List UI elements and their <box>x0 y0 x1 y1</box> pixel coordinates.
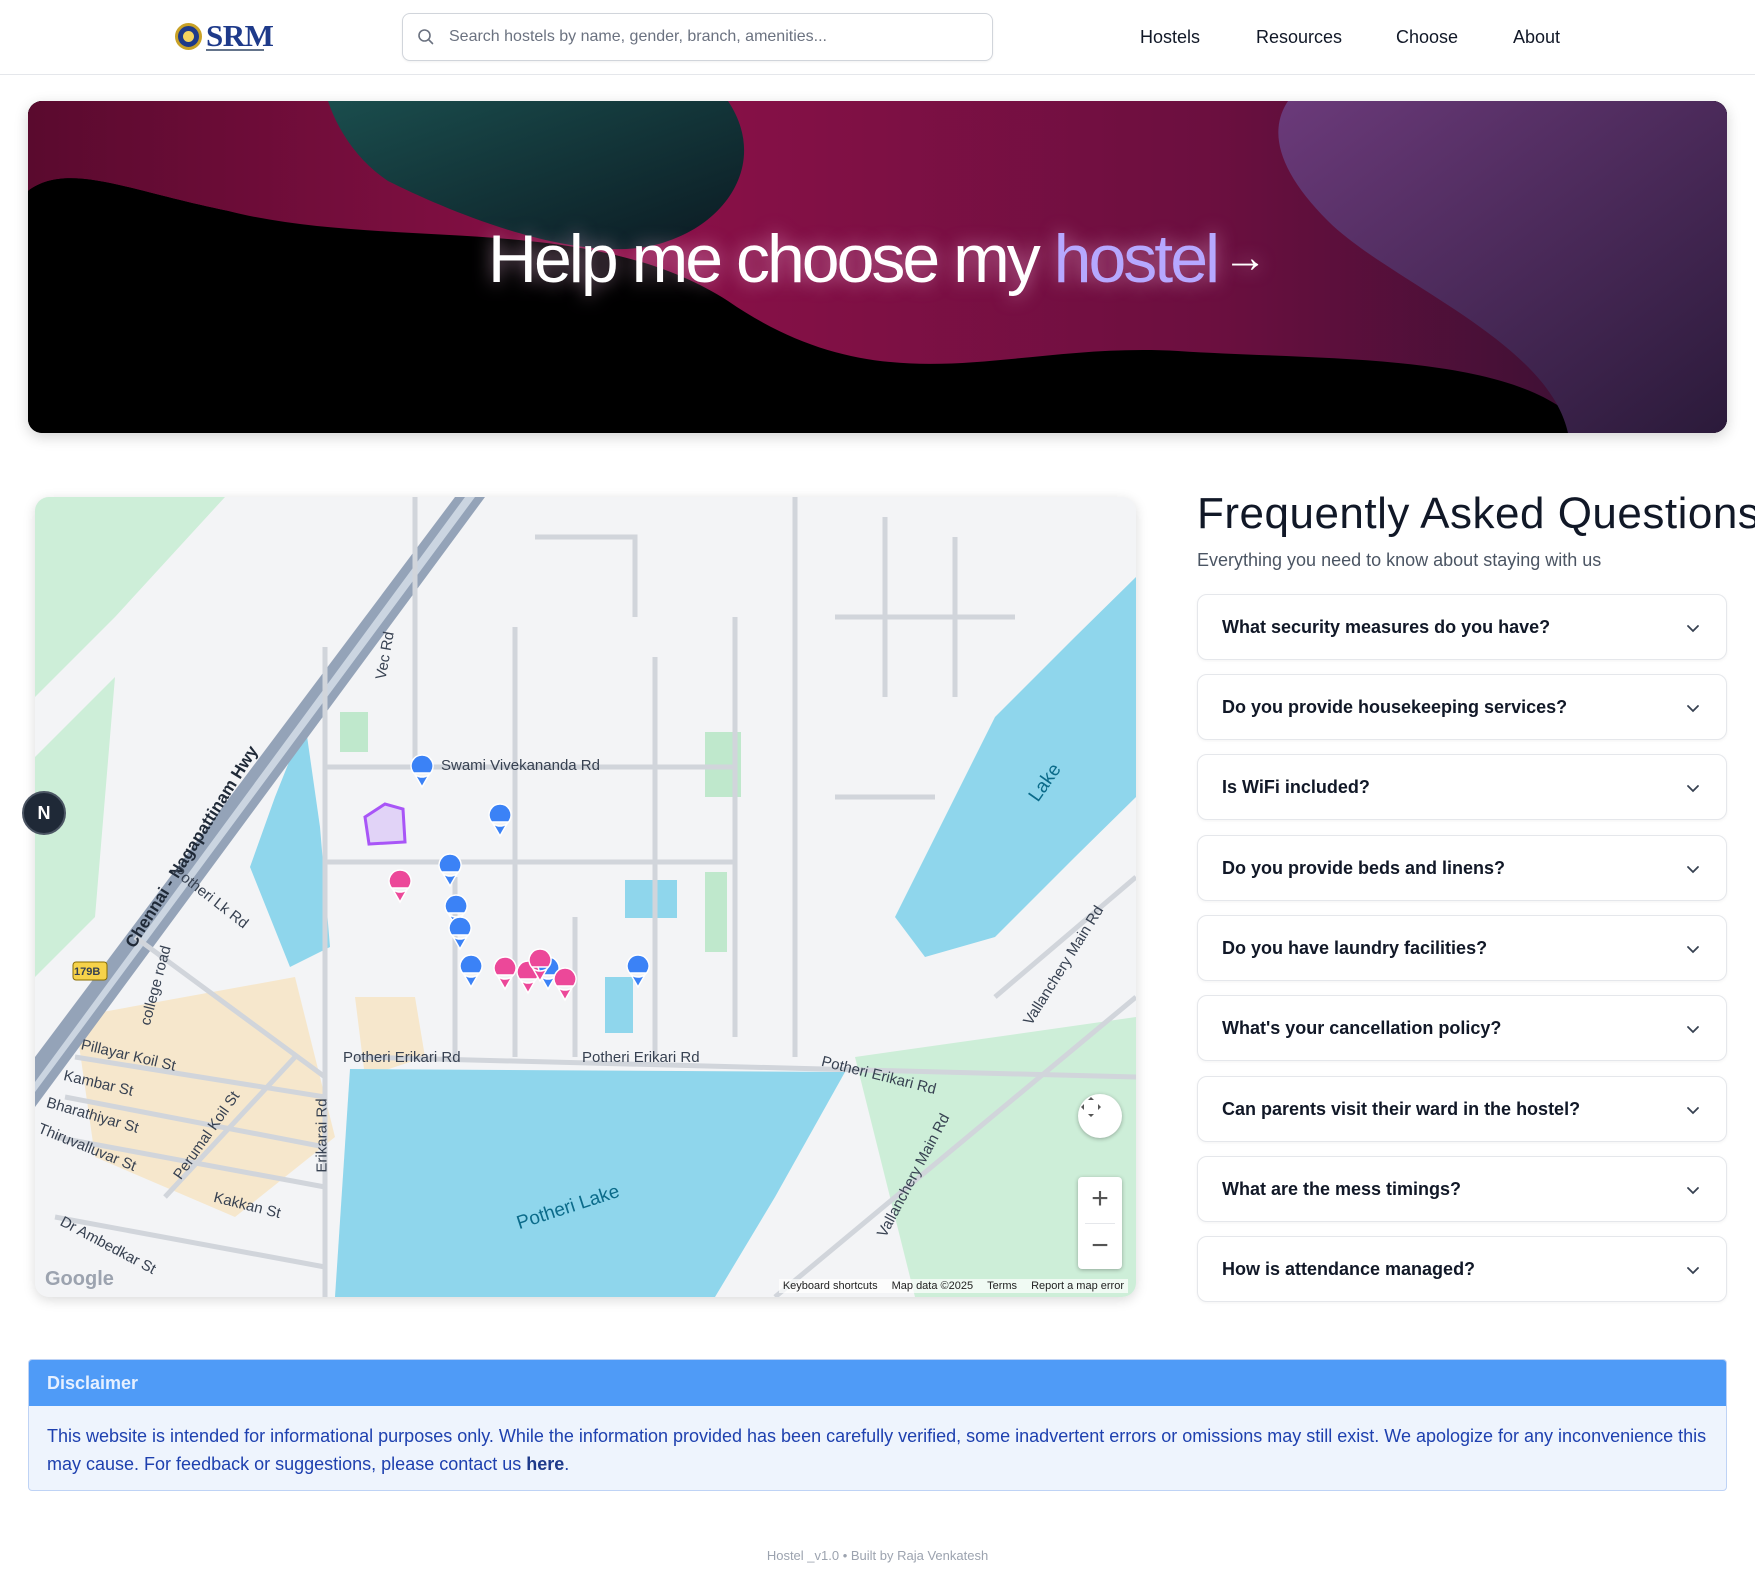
faq-item[interactable]: How is attendance managed? <box>1197 1236 1727 1302</box>
faq-item[interactable]: What security measures do you have? <box>1197 594 1727 660</box>
hero-banner[interactable]: Help me choose my hostel → <box>28 101 1727 433</box>
faq-item[interactable]: Is WiFi included? <box>1197 754 1727 820</box>
disclaimer-box: Disclaimer This website is intended for … <box>28 1359 1727 1491</box>
page-footer: Hostel _v1.0 • Built by Raja Venkatesh <box>766 1548 989 1563</box>
logo-text: SRM <box>206 18 274 53</box>
contact-link[interactable]: here <box>526 1454 564 1474</box>
disclaimer-body: This website is intended for information… <box>29 1406 1726 1490</box>
faq-item[interactable]: Can parents visit their ward in the host… <box>1197 1076 1727 1142</box>
faq-item[interactable]: What's your cancellation policy? <box>1197 995 1727 1061</box>
map-footer: Keyboard shortcuts Map data ©2025 Terms … <box>778 1279 1128 1293</box>
zoom-out-button[interactable]: − <box>1091 1224 1109 1269</box>
disclaimer-end: . <box>564 1454 570 1474</box>
terms-link[interactable]: Terms <box>987 1280 1017 1292</box>
compass-badge[interactable]: N <box>22 791 66 835</box>
report-map-error-link[interactable]: Report a map error <box>1031 1280 1124 1292</box>
faq-question: Is WiFi included? <box>1222 777 1370 797</box>
map-label-erikarai: Erikarai Rd <box>313 1098 331 1173</box>
map-data-text: Map data ©2025 <box>891 1280 974 1292</box>
hero-title-accent: hostel <box>1053 221 1220 297</box>
srm-logo[interactable]: SRM <box>175 18 274 54</box>
faq-question: Do you provide housekeeping services? <box>1222 697 1568 717</box>
map-label-shield: 179B <box>74 966 101 978</box>
chevron-down-icon <box>1687 1026 1699 1034</box>
top-header: SRM Hostels Resources Choose About <box>0 0 1755 75</box>
faq-question: What are the mess timings? <box>1222 1179 1462 1199</box>
disclaimer-heading: Disclaimer <box>29 1360 1726 1406</box>
chevron-down-icon <box>1687 785 1699 793</box>
google-logo[interactable]: Google <box>45 1268 114 1291</box>
srm-seal-icon <box>175 22 202 50</box>
faq-question: Do you have laundry facilities? <box>1222 938 1488 958</box>
faq-question: What security measures do you have? <box>1222 617 1551 637</box>
nav-choose[interactable]: Choose <box>1396 27 1458 48</box>
faq-item[interactable]: Do you provide beds and linens? <box>1197 835 1727 901</box>
zoom-controls: + − <box>1078 1177 1122 1269</box>
faq-item[interactable]: Do you have laundry facilities? <box>1197 915 1727 981</box>
chevron-down-icon <box>1687 1187 1699 1195</box>
faq-question: How is attendance managed? <box>1222 1259 1476 1279</box>
faq-question: What's your cancellation policy? <box>1222 1018 1502 1038</box>
hero-title[interactable]: Help me choose my hostel → <box>28 220 1727 298</box>
logo-subtitle-line <box>206 49 264 51</box>
chevron-down-icon <box>1687 946 1699 954</box>
chevron-down-icon <box>1687 625 1699 633</box>
nav-resources[interactable]: Resources <box>1256 27 1342 48</box>
search-box[interactable] <box>402 13 993 61</box>
chevron-down-icon <box>1687 705 1699 713</box>
map-label-swami: Swami Vivekananda Rd <box>441 757 600 774</box>
chevron-down-icon <box>1687 866 1699 874</box>
map-label-potheri-erikari-1: Potheri Erikari Rd <box>343 1049 461 1066</box>
faq-title: Frequently Asked Questions <box>1197 489 1755 538</box>
faq-item[interactable]: What are the mess timings? <box>1197 1156 1727 1222</box>
fullscreen-icon <box>1081 1097 1101 1117</box>
nav-about[interactable]: About <box>1513 27 1560 48</box>
disclaimer-text: This website is intended for information… <box>47 1426 1707 1474</box>
zoom-in-button[interactable]: + <box>1091 1177 1109 1223</box>
faq-question: Do you provide beds and linens? <box>1222 858 1506 878</box>
map-label-potheri-erikari-2: Potheri Erikari Rd <box>582 1049 700 1066</box>
faq-question: Can parents visit their ward in the host… <box>1222 1099 1581 1119</box>
keyboard-shortcuts-link[interactable]: Keyboard shortcuts <box>783 1280 878 1292</box>
search-input[interactable] <box>449 14 979 60</box>
arrow-right-icon: → <box>1223 233 1268 282</box>
chevron-down-icon <box>1687 1107 1699 1115</box>
chevron-down-icon <box>1687 1267 1699 1275</box>
nav-hostels[interactable]: Hostels <box>1140 27 1200 48</box>
search-icon <box>418 29 434 45</box>
faq-subtitle: Everything you need to know about stayin… <box>1197 550 1602 570</box>
faq-item[interactable]: Do you provide housekeeping services? <box>1197 674 1727 740</box>
hostel-map[interactable]: Swami Vivekananda Rd Vec Rd Chennai - Na… <box>35 497 1136 1297</box>
hero-title-main: Help me choose my <box>487 221 1041 297</box>
fullscreen-button[interactable] <box>1078 1094 1122 1138</box>
